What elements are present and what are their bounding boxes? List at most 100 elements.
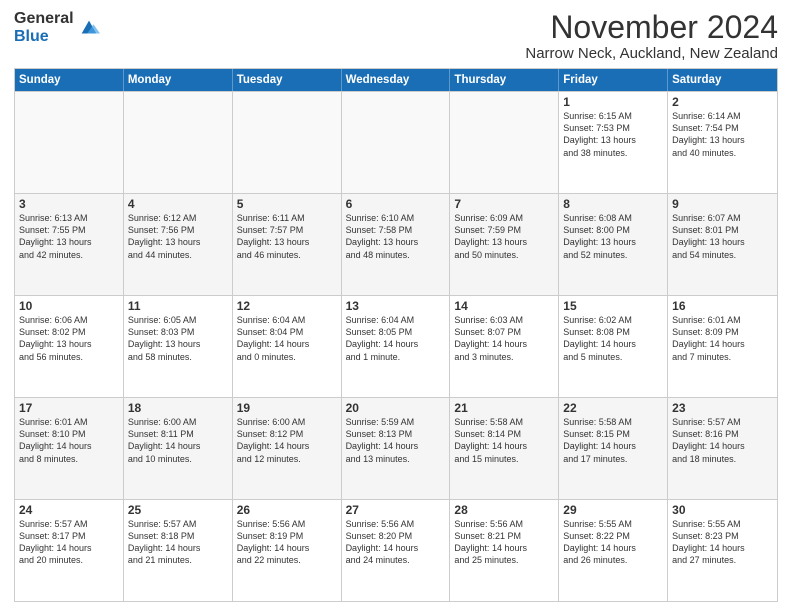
day-info: Sunrise: 6:15 AMSunset: 7:53 PMDaylight:…: [563, 110, 663, 159]
cal-row-1: 3Sunrise: 6:13 AMSunset: 7:55 PMDaylight…: [15, 193, 777, 295]
cal-cell-day-24: 24Sunrise: 5:57 AMSunset: 8:17 PMDayligh…: [15, 500, 124, 601]
cal-cell-day-14: 14Sunrise: 6:03 AMSunset: 8:07 PMDayligh…: [450, 296, 559, 397]
header: General Blue November 2024 Narrow Neck, …: [14, 10, 778, 62]
day-number: 1: [563, 95, 663, 109]
day-number: 25: [128, 503, 228, 517]
day-number: 29: [563, 503, 663, 517]
day-number: 15: [563, 299, 663, 313]
day-info: Sunrise: 6:11 AMSunset: 7:57 PMDaylight:…: [237, 212, 337, 261]
cal-row-0: 1Sunrise: 6:15 AMSunset: 7:53 PMDaylight…: [15, 91, 777, 193]
cal-cell-day-3: 3Sunrise: 6:13 AMSunset: 7:55 PMDaylight…: [15, 194, 124, 295]
day-number: 18: [128, 401, 228, 415]
header-day-saturday: Saturday: [668, 69, 777, 91]
day-info: Sunrise: 5:57 AMSunset: 8:16 PMDaylight:…: [672, 416, 773, 465]
cal-cell-day-8: 8Sunrise: 6:08 AMSunset: 8:00 PMDaylight…: [559, 194, 668, 295]
day-info: Sunrise: 5:57 AMSunset: 8:17 PMDaylight:…: [19, 518, 119, 567]
cal-cell-day-7: 7Sunrise: 6:09 AMSunset: 7:59 PMDaylight…: [450, 194, 559, 295]
cal-cell-day-18: 18Sunrise: 6:00 AMSunset: 8:11 PMDayligh…: [124, 398, 233, 499]
day-number: 9: [672, 197, 773, 211]
day-info: Sunrise: 6:01 AMSunset: 8:10 PMDaylight:…: [19, 416, 119, 465]
day-number: 24: [19, 503, 119, 517]
cal-cell-day-30: 30Sunrise: 5:55 AMSunset: 8:23 PMDayligh…: [668, 500, 777, 601]
day-number: 19: [237, 401, 337, 415]
day-number: 30: [672, 503, 773, 517]
day-info: Sunrise: 6:02 AMSunset: 8:08 PMDaylight:…: [563, 314, 663, 363]
cal-cell-empty: [342, 92, 451, 193]
day-number: 23: [672, 401, 773, 415]
logo-text: General Blue: [14, 10, 74, 45]
day-info: Sunrise: 5:55 AMSunset: 8:23 PMDaylight:…: [672, 518, 773, 567]
logo-icon: [78, 17, 100, 39]
location: Narrow Neck, Auckland, New Zealand: [525, 45, 778, 62]
day-number: 20: [346, 401, 446, 415]
cal-cell-day-19: 19Sunrise: 6:00 AMSunset: 8:12 PMDayligh…: [233, 398, 342, 499]
day-number: 2: [672, 95, 773, 109]
day-info: Sunrise: 6:04 AMSunset: 8:05 PMDaylight:…: [346, 314, 446, 363]
cal-cell-day-28: 28Sunrise: 5:56 AMSunset: 8:21 PMDayligh…: [450, 500, 559, 601]
cal-cell-day-5: 5Sunrise: 6:11 AMSunset: 7:57 PMDaylight…: [233, 194, 342, 295]
day-number: 5: [237, 197, 337, 211]
cal-cell-day-29: 29Sunrise: 5:55 AMSunset: 8:22 PMDayligh…: [559, 500, 668, 601]
cal-cell-day-9: 9Sunrise: 6:07 AMSunset: 8:01 PMDaylight…: [668, 194, 777, 295]
day-info: Sunrise: 6:03 AMSunset: 8:07 PMDaylight:…: [454, 314, 554, 363]
cal-cell-day-22: 22Sunrise: 5:58 AMSunset: 8:15 PMDayligh…: [559, 398, 668, 499]
cal-cell-day-21: 21Sunrise: 5:58 AMSunset: 8:14 PMDayligh…: [450, 398, 559, 499]
day-info: Sunrise: 6:08 AMSunset: 8:00 PMDaylight:…: [563, 212, 663, 261]
day-info: Sunrise: 6:14 AMSunset: 7:54 PMDaylight:…: [672, 110, 773, 159]
day-number: 21: [454, 401, 554, 415]
day-info: Sunrise: 5:57 AMSunset: 8:18 PMDaylight:…: [128, 518, 228, 567]
cal-cell-day-6: 6Sunrise: 6:10 AMSunset: 7:58 PMDaylight…: [342, 194, 451, 295]
day-number: 16: [672, 299, 773, 313]
day-info: Sunrise: 5:56 AMSunset: 8:21 PMDaylight:…: [454, 518, 554, 567]
cal-cell-day-1: 1Sunrise: 6:15 AMSunset: 7:53 PMDaylight…: [559, 92, 668, 193]
day-info: Sunrise: 6:07 AMSunset: 8:01 PMDaylight:…: [672, 212, 773, 261]
cal-cell-day-23: 23Sunrise: 5:57 AMSunset: 8:16 PMDayligh…: [668, 398, 777, 499]
day-info: Sunrise: 6:12 AMSunset: 7:56 PMDaylight:…: [128, 212, 228, 261]
cal-cell-day-17: 17Sunrise: 6:01 AMSunset: 8:10 PMDayligh…: [15, 398, 124, 499]
day-number: 12: [237, 299, 337, 313]
day-info: Sunrise: 5:56 AMSunset: 8:19 PMDaylight:…: [237, 518, 337, 567]
calendar-header: SundayMondayTuesdayWednesdayThursdayFrid…: [15, 69, 777, 91]
cal-cell-empty: [450, 92, 559, 193]
day-number: 13: [346, 299, 446, 313]
day-number: 26: [237, 503, 337, 517]
month-title: November 2024: [525, 10, 778, 45]
cal-cell-empty: [124, 92, 233, 193]
day-number: 28: [454, 503, 554, 517]
day-number: 10: [19, 299, 119, 313]
cal-cell-day-13: 13Sunrise: 6:04 AMSunset: 8:05 PMDayligh…: [342, 296, 451, 397]
day-info: Sunrise: 6:10 AMSunset: 7:58 PMDaylight:…: [346, 212, 446, 261]
cal-cell-empty: [15, 92, 124, 193]
header-day-wednesday: Wednesday: [342, 69, 451, 91]
day-info: Sunrise: 5:58 AMSunset: 8:14 PMDaylight:…: [454, 416, 554, 465]
day-info: Sunrise: 6:00 AMSunset: 8:11 PMDaylight:…: [128, 416, 228, 465]
day-info: Sunrise: 6:09 AMSunset: 7:59 PMDaylight:…: [454, 212, 554, 261]
header-day-monday: Monday: [124, 69, 233, 91]
day-info: Sunrise: 6:05 AMSunset: 8:03 PMDaylight:…: [128, 314, 228, 363]
day-number: 6: [346, 197, 446, 211]
day-number: 7: [454, 197, 554, 211]
title-block: November 2024 Narrow Neck, Auckland, New…: [525, 10, 778, 62]
cal-cell-day-12: 12Sunrise: 6:04 AMSunset: 8:04 PMDayligh…: [233, 296, 342, 397]
header-day-tuesday: Tuesday: [233, 69, 342, 91]
day-number: 14: [454, 299, 554, 313]
cal-cell-day-27: 27Sunrise: 5:56 AMSunset: 8:20 PMDayligh…: [342, 500, 451, 601]
cal-cell-day-20: 20Sunrise: 5:59 AMSunset: 8:13 PMDayligh…: [342, 398, 451, 499]
day-number: 22: [563, 401, 663, 415]
day-info: Sunrise: 6:06 AMSunset: 8:02 PMDaylight:…: [19, 314, 119, 363]
cal-row-4: 24Sunrise: 5:57 AMSunset: 8:17 PMDayligh…: [15, 499, 777, 601]
cal-row-3: 17Sunrise: 6:01 AMSunset: 8:10 PMDayligh…: [15, 397, 777, 499]
day-info: Sunrise: 6:01 AMSunset: 8:09 PMDaylight:…: [672, 314, 773, 363]
logo-blue: Blue: [14, 28, 74, 46]
header-day-thursday: Thursday: [450, 69, 559, 91]
cal-cell-day-11: 11Sunrise: 6:05 AMSunset: 8:03 PMDayligh…: [124, 296, 233, 397]
logo: General Blue: [14, 10, 100, 45]
cal-cell-empty: [233, 92, 342, 193]
day-info: Sunrise: 5:58 AMSunset: 8:15 PMDaylight:…: [563, 416, 663, 465]
cal-cell-day-4: 4Sunrise: 6:12 AMSunset: 7:56 PMDaylight…: [124, 194, 233, 295]
day-number: 11: [128, 299, 228, 313]
cal-cell-day-2: 2Sunrise: 6:14 AMSunset: 7:54 PMDaylight…: [668, 92, 777, 193]
day-info: Sunrise: 6:04 AMSunset: 8:04 PMDaylight:…: [237, 314, 337, 363]
cal-cell-day-15: 15Sunrise: 6:02 AMSunset: 8:08 PMDayligh…: [559, 296, 668, 397]
day-info: Sunrise: 6:00 AMSunset: 8:12 PMDaylight:…: [237, 416, 337, 465]
